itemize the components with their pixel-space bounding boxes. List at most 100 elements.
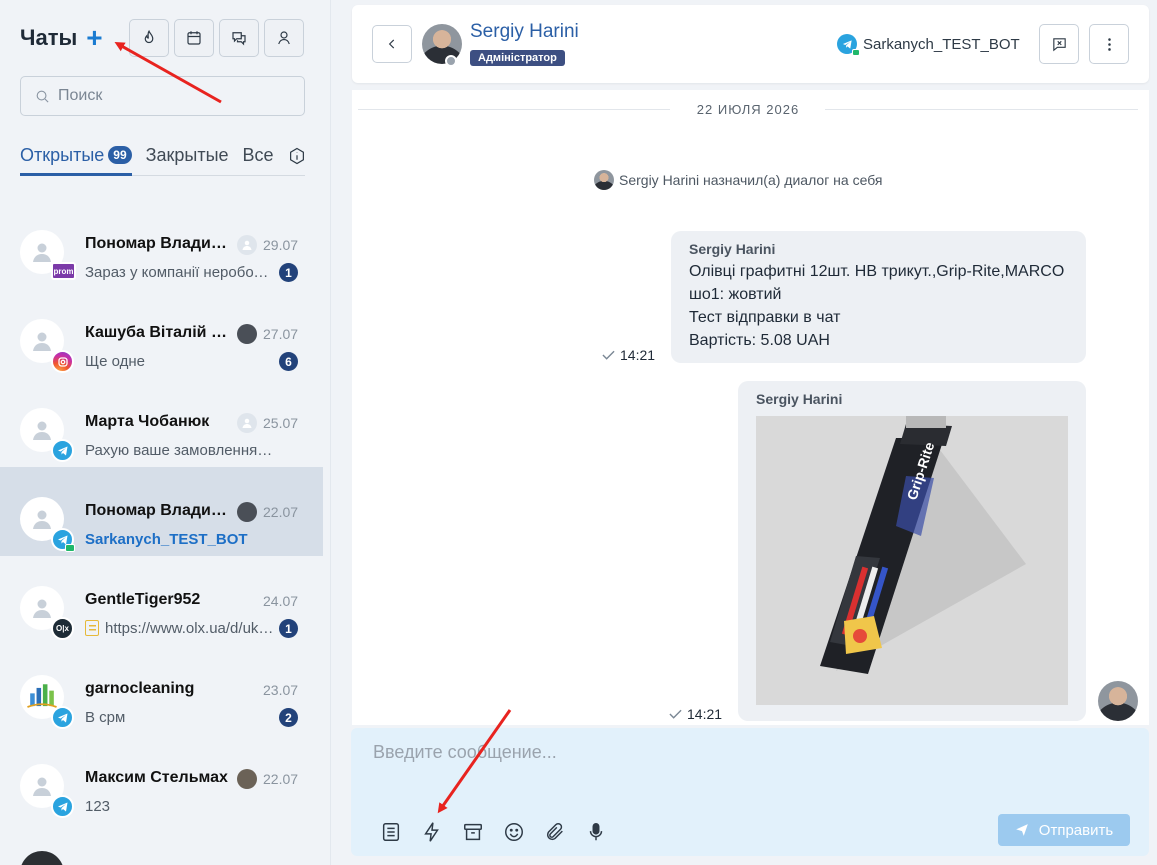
system-message: Sergiy Harini назначил(а) диалог на себя: [594, 170, 883, 190]
tabs-info-button[interactable]: [288, 140, 306, 170]
check-icon: [669, 709, 682, 719]
group-chats-button[interactable]: [219, 19, 259, 57]
bot-channel-info: Sarkanych_TEST_BOT: [837, 34, 1020, 56]
sidebar-title: Чаты: [20, 25, 78, 50]
new-chat-button[interactable]: +: [86, 24, 102, 52]
operator-name[interactable]: Sergiy Harini: [470, 21, 579, 43]
tab-all[interactable]: Все: [243, 140, 274, 176]
message-bubble[interactable]: Sergiy Harini Олівці графитні 12шт. HB т…: [671, 231, 1086, 363]
search-box: [20, 76, 305, 116]
check-icon: [602, 350, 615, 360]
assignee-avatar: [237, 324, 257, 344]
more-vertical-icon: [1107, 37, 1111, 51]
chat-name: GentleTiger952: [85, 591, 201, 608]
templates-button[interactable]: [379, 820, 403, 844]
emoji-button[interactable]: [502, 820, 526, 844]
product-photo[interactable]: Grip-Rite: [756, 416, 1068, 705]
chevron-left-icon: [388, 39, 395, 49]
chat-preview-text: https://www.olx.ua/d/uk/obyavlenie: [105, 620, 275, 637]
role-badge: Адміністратор: [470, 50, 565, 66]
lightning-icon: [424, 822, 439, 842]
assignee-placeholder-icon: [237, 413, 257, 433]
chat-preview: Зараз у компанії неробочий час: [85, 264, 275, 281]
chat-list: prom Пономар Владимир 29.07 Зараз у комп…: [0, 200, 323, 865]
tab-closed-label: Закрытые: [145, 145, 229, 165]
unread-badge: 2: [279, 708, 298, 727]
attach-button[interactable]: [543, 820, 567, 844]
pencil-package-image: Grip-Rite: [756, 416, 1068, 705]
hot-chats-button[interactable]: [129, 19, 169, 57]
chat-preview: 123: [85, 798, 111, 815]
calendar-icon: [187, 31, 201, 45]
chat-name: Кашуба Віталій Іванович: [85, 324, 230, 341]
chat-list-item-selected[interactable]: Пономар Владимир 22.07 Sarkanych_TEST_BO…: [0, 467, 323, 556]
send-button-label: Отправить: [1038, 821, 1114, 839]
fire-icon: [144, 29, 154, 44]
search-input[interactable]: [58, 87, 288, 105]
message-author: Sergiy Harini: [756, 391, 843, 407]
unread-badge: 1: [279, 619, 298, 638]
bot-indicator: [65, 544, 75, 552]
olx-logo-text: O|x: [56, 624, 69, 633]
bot-indicator: [852, 49, 860, 56]
user-placeholder-icon: [33, 332, 51, 351]
chat-list-item[interactable]: O|x GentleTiger952 24.07 https://www.olx…: [0, 556, 323, 645]
tab-closed[interactable]: Закрытые: [146, 140, 229, 176]
close-chat-button[interactable]: [1039, 24, 1079, 64]
back-button[interactable]: [372, 25, 412, 63]
tab-open-label: Открытые: [20, 145, 105, 165]
chat-date: 25.07: [263, 415, 299, 431]
chat-date: 23.07: [263, 682, 299, 698]
chat-tabs: Открытые 99 Закрытые Все: [20, 140, 305, 176]
telegram-bot-channel-icon: [51, 528, 75, 552]
microphone-icon: [589, 823, 603, 841]
chat-list-item[interactable]: [0, 823, 323, 865]
chat-preview: Sarkanych_TEST_BOT: [85, 531, 248, 548]
chat-list-item[interactable]: Максим Стельмах 22.07 123: [0, 734, 323, 823]
user-placeholder-icon: [33, 243, 51, 262]
chat-list-item[interactable]: Кашуба Віталій Іванович 27.07 Ще одне 6: [0, 289, 323, 378]
user-placeholder-icon: [33, 510, 51, 529]
quick-replies-button[interactable]: [420, 820, 444, 844]
prom-channel-icon: prom: [51, 262, 76, 280]
chat-name: Максим Стельмах: [85, 769, 228, 786]
composer-tools: [379, 820, 608, 844]
sidebar-header: Чаты +: [20, 18, 304, 58]
system-message-text: Sergiy Harini назначил(а) диалог на себя: [619, 172, 883, 188]
emoji-icon: [505, 823, 523, 841]
tab-open[interactable]: Открытые 99: [20, 140, 132, 176]
message-line: Тест відправки в чат: [689, 309, 841, 326]
search-icon: [36, 90, 49, 103]
voice-message-button[interactable]: [584, 820, 608, 844]
image-message-bubble[interactable]: Sergiy Harini Grip-Rite: [738, 381, 1086, 721]
message-area[interactable]: 22 ИЮЛЯ 2026 Sergiy Harini назначил(а) д…: [352, 90, 1149, 725]
message-composer: Отправить: [351, 728, 1149, 856]
close-dialog-icon: [1052, 37, 1066, 51]
chat-preview: https://www.olx.ua/d/uk/obyavlenie: [85, 620, 275, 637]
document-icon: [85, 620, 99, 636]
chat-date: 24.07: [263, 593, 299, 609]
sender-avatar: [1098, 681, 1138, 721]
package-icon: [464, 823, 482, 841]
assignee-avatar: [237, 769, 257, 789]
date-separator: 22 ИЮЛЯ 2026: [358, 102, 1138, 117]
operators-button[interactable]: [264, 19, 304, 57]
more-options-button[interactable]: [1089, 24, 1129, 64]
send-button[interactable]: Отправить: [998, 814, 1130, 846]
unread-badge: 6: [279, 352, 298, 371]
operator-icon: [278, 31, 290, 45]
chat-preview: Рахую ваше замовлення: 1. Олівці: [85, 442, 275, 459]
tab-all-label: Все: [242, 145, 274, 165]
calendar-button[interactable]: [174, 19, 214, 57]
products-button[interactable]: [461, 820, 485, 844]
send-icon: [1015, 824, 1028, 836]
user-placeholder-icon: [33, 599, 51, 618]
chat-name: garnocleaning: [85, 680, 195, 697]
chat-list-item[interactable]: prom Пономар Владимир 29.07 Зараз у комп…: [0, 200, 323, 289]
message-input[interactable]: [373, 742, 1113, 782]
chat-preview: В срм: [85, 709, 126, 726]
message-line: Вартість: 5.08 UAH: [689, 332, 830, 349]
chat-list-item[interactable]: garnocleaning 23.07 В срм 2: [0, 645, 323, 734]
chat-date: 27.07: [263, 326, 299, 342]
chat-list-item[interactable]: Марта Чобанюк 25.07 Рахую ваше замовленн…: [0, 378, 323, 467]
